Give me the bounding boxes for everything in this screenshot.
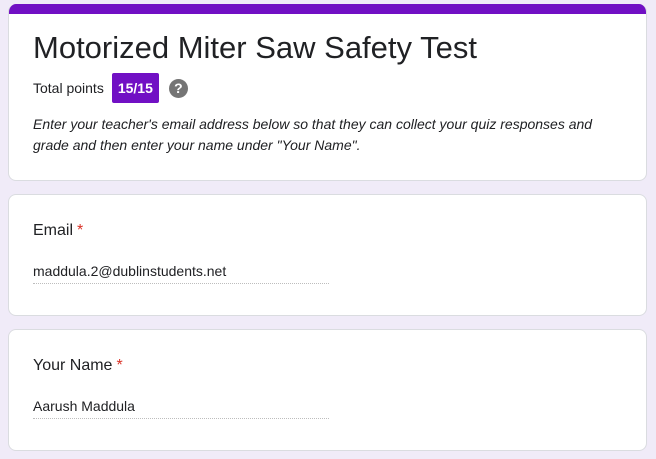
name-answer-field[interactable]: Aarush Maddula [33, 394, 329, 419]
header-accent-bar [9, 4, 646, 14]
question-label: Your Name [33, 357, 113, 374]
email-answer-field[interactable]: maddula.2@dublinstudents.net [33, 259, 329, 284]
question-card-email: Email * maddula.2@dublinstudents.net [8, 194, 647, 316]
form-description: Enter your teacher's email address below… [33, 116, 593, 153]
question-card-name: Your Name * Aarush Maddula [8, 329, 647, 451]
question-title-email: Email * [33, 220, 83, 242]
required-asterisk: * [77, 222, 84, 239]
score-badge: 15/15 [111, 73, 159, 103]
total-points-label: Total points [33, 80, 104, 96]
question-label: Email [33, 222, 74, 239]
form-header-card: Motorized Miter Saw Safety Test Total po… [8, 4, 647, 181]
points-row: Total points 15/15 ? [33, 72, 188, 104]
help-icon[interactable]: ? [168, 78, 188, 98]
question-title-name: Your Name * [33, 355, 123, 377]
form-title: Motorized Miter Saw Safety Test [33, 30, 477, 65]
required-asterisk: * [116, 357, 123, 374]
